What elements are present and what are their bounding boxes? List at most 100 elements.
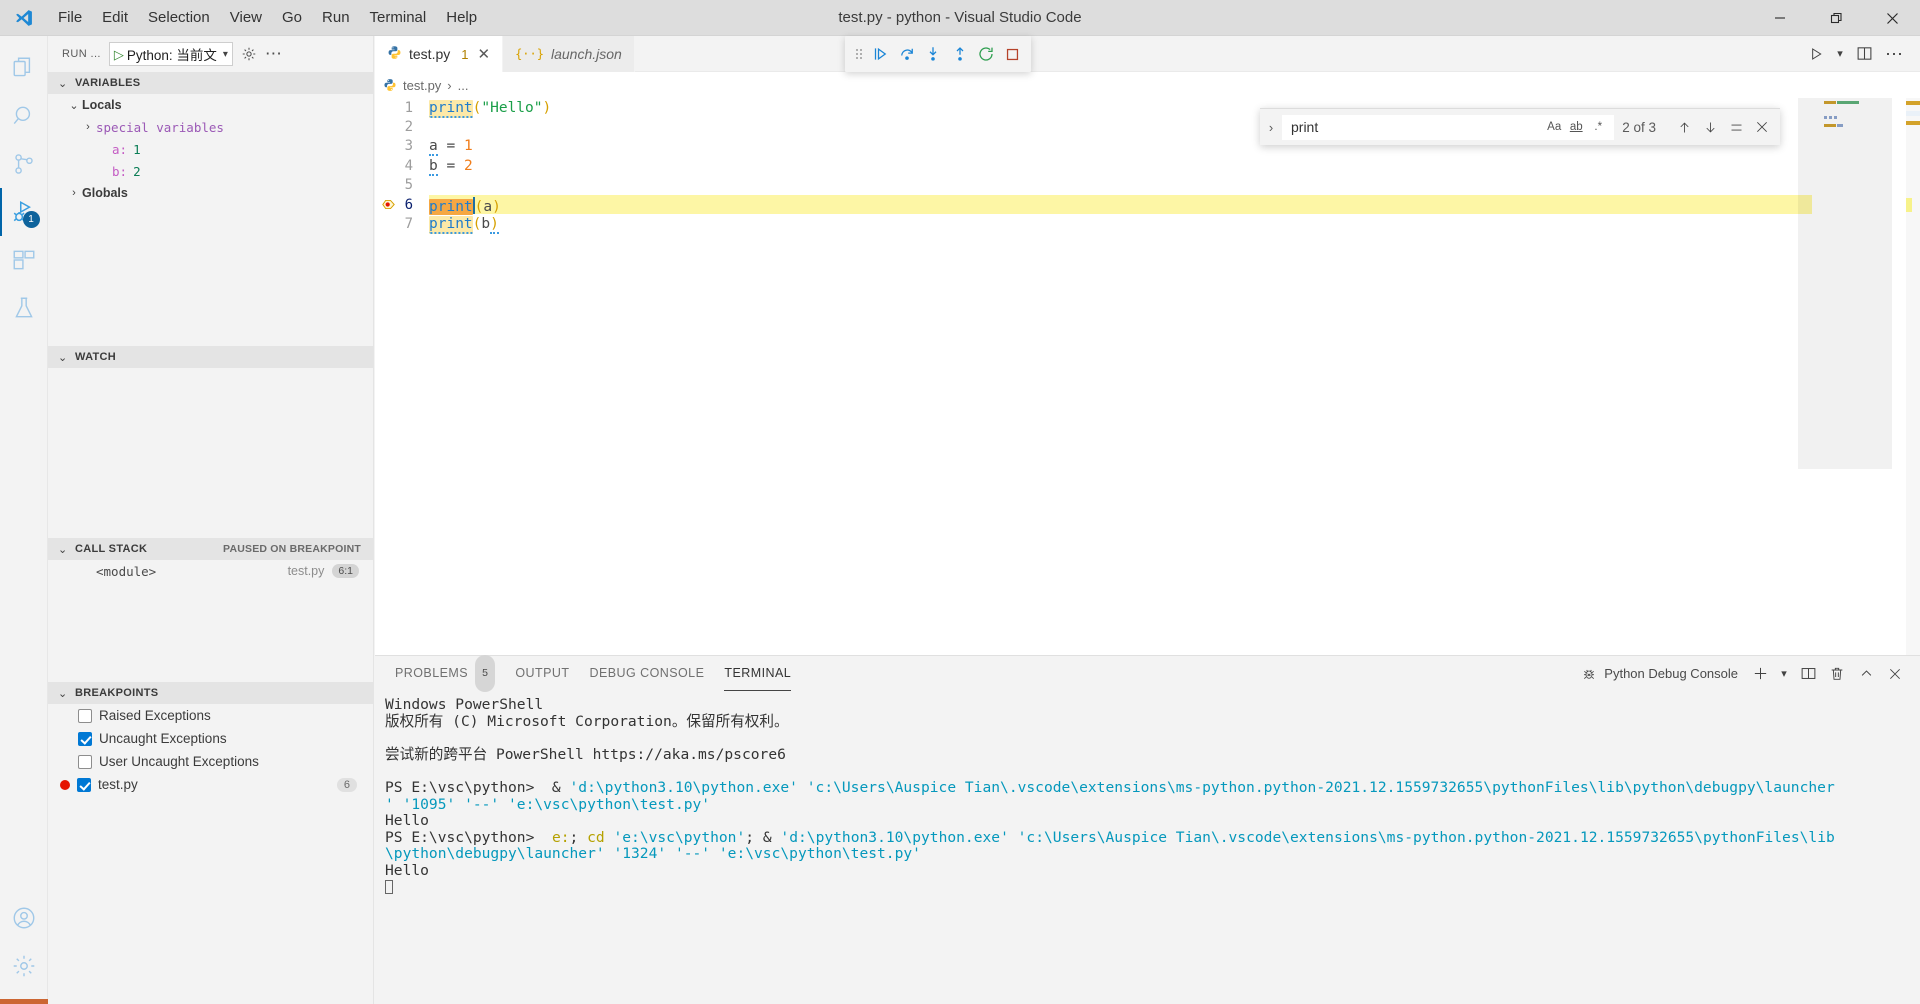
panel-tab-problems[interactable]: PROBLEMS 5 [385, 655, 505, 692]
play-icon[interactable]: ▷ [114, 48, 124, 61]
menu-edit[interactable]: Edit [92, 0, 138, 36]
variable-row-a[interactable]: › a: 1 [48, 138, 373, 160]
breakpoint-checkbox[interactable] [77, 777, 91, 792]
variables-special-variables[interactable]: › special variables [48, 116, 373, 138]
close-icon[interactable] [1864, 0, 1920, 36]
breakpoints-pane-header[interactable]: ⌄ BREAKPOINTS [48, 682, 373, 704]
breakpoint-user-uncaught-exceptions[interactable]: User Uncaught Exceptions [48, 750, 373, 773]
active-terminal-name[interactable]: Python Debug Console [1581, 666, 1738, 682]
activity-search-icon[interactable] [0, 92, 48, 140]
panel-tab-output[interactable]: OUTPUT [505, 656, 579, 691]
activity-run-and-debug-icon[interactable]: 1 [0, 188, 48, 236]
panel-tab-debug-console[interactable]: DEBUG CONSOLE [579, 656, 714, 691]
editor-tab-test-py[interactable]: test.py 1 ✕ [375, 36, 504, 72]
activity-explorer-icon[interactable] [0, 44, 48, 92]
toggle-replace-chevron-right-icon[interactable]: › [1260, 120, 1282, 135]
run-python-file-play-icon[interactable] [1802, 39, 1830, 69]
terminal-line: \python\debugpy\launcher' '1324' '--' 'e… [385, 846, 1920, 863]
split-terminal-icon[interactable] [1795, 661, 1821, 687]
chevron-right-icon[interactable]: › [80, 121, 96, 133]
code-editor[interactable]: 1 print("Hello") 2 3 a = 1 4 b = 2 5 6 p… [375, 98, 1920, 658]
open-launch-settings-gear-icon[interactable] [241, 46, 257, 62]
breakpoint-glyph-icon[interactable] [382, 198, 395, 211]
line-number: 1 [404, 99, 413, 116]
variables-scope-globals[interactable]: › Globals [48, 182, 373, 204]
editor-tab-label: test.py [409, 46, 451, 62]
next-match-arrow-down-icon[interactable] [1698, 115, 1722, 139]
activity-accounts-icon[interactable] [0, 894, 48, 942]
callstack-pane-header[interactable]: ⌄ CALL STACK PAUSED ON BREAKPOINT [48, 538, 373, 560]
menu-view[interactable]: View [220, 0, 272, 36]
find-widget[interactable]: › print Aa ab .* 2 of 3 [1260, 108, 1780, 145]
callstack-frame-row[interactable]: <module> test.py 6:1 [48, 560, 373, 582]
code-line-7[interactable]: 7 print(b) [375, 214, 1920, 235]
minimap-slider[interactable] [1798, 98, 1892, 469]
variables-scope-locals[interactable]: ⌄ Locals [48, 94, 373, 116]
watch-pane-header[interactable]: ⌄ WATCH [48, 346, 373, 368]
split-editor-icon[interactable] [1850, 39, 1878, 69]
find-in-selection-icon[interactable] [1724, 115, 1748, 139]
menu-help[interactable]: Help [436, 0, 487, 36]
chevron-right-icon[interactable]: › [66, 187, 82, 199]
minimize-icon[interactable] [1752, 0, 1808, 36]
debug-continue-button[interactable] [868, 40, 892, 68]
breakpoint-checkbox[interactable] [78, 708, 92, 723]
editor-tab-launch-json[interactable]: {··} launch.json [503, 36, 635, 72]
terminal-output[interactable]: Windows PowerShell 版权所有 (C) Microsoft Co… [375, 691, 1920, 1004]
kill-terminal-trash-icon[interactable] [1824, 661, 1850, 687]
activity-extensions-icon[interactable] [0, 236, 48, 284]
find-input-box[interactable]: print Aa ab .* [1282, 114, 1615, 140]
breakpoint-raised-exceptions[interactable]: Raised Exceptions [48, 704, 373, 727]
terminal-dropdown-chevron-down-icon[interactable]: ▾ [1776, 661, 1792, 687]
debug-configuration-select[interactable]: ▷ Python: 当前文 ▾ [108, 42, 233, 66]
code-line-5[interactable]: 5 [375, 176, 1920, 195]
breakpoint-uncaught-exceptions[interactable]: Uncaught Exceptions [48, 727, 373, 750]
breakpoint-file-test-py[interactable]: test.py 6 [48, 773, 373, 796]
chevron-down-icon[interactable]: ▾ [223, 49, 228, 60]
text-cursor [472, 197, 475, 215]
activity-source-control-icon[interactable] [0, 140, 48, 188]
run-options-chevron-down-icon[interactable]: ▾ [1832, 39, 1848, 69]
breakpoint-checkbox[interactable] [78, 731, 92, 746]
maximize-panel-chevron-up-icon[interactable] [1853, 661, 1879, 687]
close-find-icon[interactable] [1750, 115, 1774, 139]
menu-file[interactable]: File [48, 0, 92, 36]
variable-row-b[interactable]: › b: 2 [48, 160, 373, 182]
debug-stop-button[interactable] [1000, 40, 1024, 68]
debug-restart-button[interactable] [974, 40, 998, 68]
use-regex-icon[interactable]: .* [1587, 117, 1609, 137]
breadcrumb-item-file[interactable]: test.py [403, 78, 441, 93]
match-whole-word-icon[interactable]: ab [1565, 117, 1587, 137]
terminal-line: Windows PowerShell [385, 696, 1920, 714]
editor-more-actions-ellipsis-icon[interactable]: ⋯ [1880, 39, 1908, 69]
code-line-6[interactable]: 6 print (a) [375, 194, 1920, 216]
breadcrumb-item-symbol[interactable]: ... [458, 78, 469, 93]
editor-tab-close-icon[interactable]: ✕ [477, 45, 490, 63]
drag-grip-icon[interactable] [851, 46, 866, 62]
overview-ruler[interactable] [1906, 98, 1920, 658]
match-case-icon[interactable]: Aa [1543, 117, 1565, 137]
debug-step-into-button[interactable] [921, 40, 945, 68]
menu-selection[interactable]: Selection [138, 0, 220, 36]
code-token: b [429, 157, 438, 176]
activity-testing-icon[interactable] [0, 284, 48, 332]
debug-step-over-button[interactable] [895, 40, 919, 68]
restore-icon[interactable] [1808, 0, 1864, 36]
code-line-4[interactable]: 4 b = 2 [375, 156, 1920, 176]
menu-terminal[interactable]: Terminal [360, 0, 437, 36]
chevron-down-icon[interactable]: ⌄ [66, 99, 82, 112]
variables-pane-header[interactable]: ⌄ VARIABLES [48, 72, 373, 94]
activity-settings-gear-icon[interactable] [0, 942, 48, 990]
debug-step-out-button[interactable] [948, 40, 972, 68]
menu-run[interactable]: Run [312, 0, 360, 36]
debug-toolbar[interactable] [845, 36, 1031, 72]
new-terminal-plus-icon[interactable] [1747, 661, 1773, 687]
breakpoint-checkbox[interactable] [78, 754, 92, 769]
sidebar-more-actions-icon[interactable]: ⋯ [265, 45, 282, 62]
find-input[interactable]: print [1291, 119, 1543, 135]
panel-tab-terminal[interactable]: TERMINAL [714, 656, 801, 691]
minimap[interactable] [1798, 98, 1906, 658]
close-panel-close-icon[interactable] [1882, 661, 1908, 687]
menu-go[interactable]: Go [272, 0, 312, 36]
previous-match-arrow-up-icon[interactable] [1672, 115, 1696, 139]
